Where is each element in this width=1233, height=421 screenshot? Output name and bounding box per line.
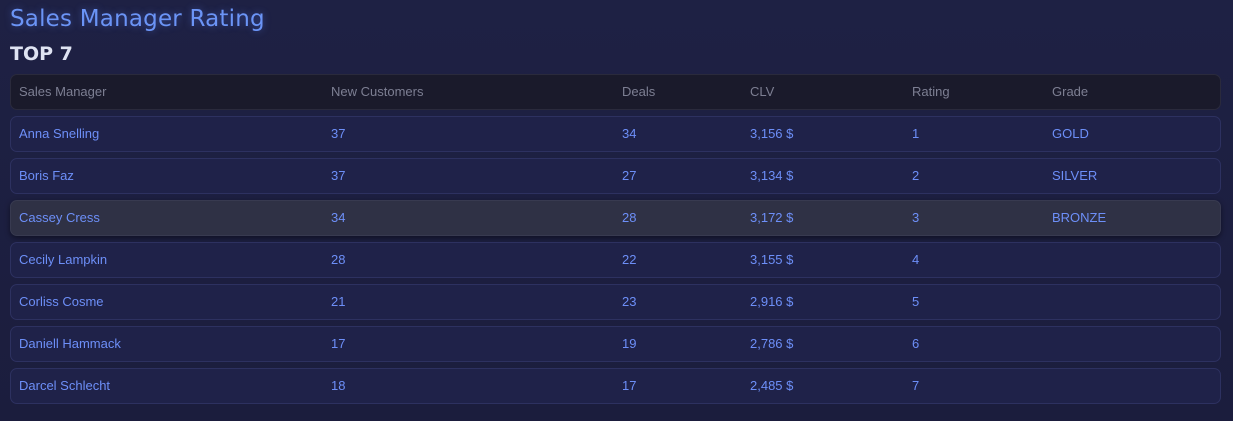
rating-cell: 5 bbox=[912, 294, 920, 309]
deals-cell: 27 bbox=[622, 168, 637, 183]
deals-cell: 19 bbox=[622, 336, 637, 351]
clv-cell: 3,134 $ bbox=[750, 168, 794, 183]
column-header-deals[interactable]: Deals bbox=[622, 75, 655, 109]
page-title: Sales Manager Rating bbox=[10, 6, 265, 32]
deals-cell: 28 bbox=[622, 210, 637, 225]
table-row[interactable]: Cecily Lampkin 28 22 3,155 $ 4 bbox=[10, 242, 1221, 278]
clv-cell: 3,172 $ bbox=[750, 210, 794, 225]
grade-cell: SILVER bbox=[1052, 168, 1098, 183]
new-customers-cell: 28 bbox=[331, 252, 346, 267]
deals-cell: 23 bbox=[622, 294, 637, 309]
column-header-rating[interactable]: Rating bbox=[912, 75, 950, 109]
column-header-new-customers[interactable]: New Customers bbox=[331, 75, 423, 109]
rating-cell: 4 bbox=[912, 252, 920, 267]
new-customers-cell: 17 bbox=[331, 336, 346, 351]
table-header-row: Sales Manager New Customers Deals CLV Ra… bbox=[10, 74, 1221, 110]
new-customers-cell: 18 bbox=[331, 378, 346, 393]
table-row[interactable]: Boris Faz 37 27 3,134 $ 2 SILVER bbox=[10, 158, 1221, 194]
clv-cell: 3,155 $ bbox=[750, 252, 794, 267]
new-customers-cell: 21 bbox=[331, 294, 346, 309]
table-row[interactable]: Daniell Hammack 17 19 2,786 $ 6 bbox=[10, 326, 1221, 362]
grade-cell: BRONZE bbox=[1052, 210, 1107, 225]
rating-cell: 2 bbox=[912, 168, 920, 183]
table-row[interactable]: Anna Snelling 37 34 3,156 $ 1 GOLD bbox=[10, 116, 1221, 152]
manager-name-cell: Daniell Hammack bbox=[19, 336, 121, 351]
manager-name-cell: Boris Faz bbox=[19, 168, 74, 183]
column-header-sales-manager[interactable]: Sales Manager bbox=[19, 75, 106, 109]
manager-name-cell: Corliss Cosme bbox=[19, 294, 104, 309]
manager-name-cell: Cecily Lampkin bbox=[19, 252, 108, 267]
deals-cell: 22 bbox=[622, 252, 637, 267]
rating-cell: 6 bbox=[912, 336, 920, 351]
page-subtitle: TOP 7 bbox=[10, 43, 73, 65]
deals-cell: 17 bbox=[622, 378, 637, 393]
new-customers-cell: 37 bbox=[331, 168, 346, 183]
clv-cell: 2,916 $ bbox=[750, 294, 794, 309]
column-header-grade[interactable]: Grade bbox=[1052, 75, 1088, 109]
rating-cell: 1 bbox=[912, 126, 920, 141]
new-customers-cell: 34 bbox=[331, 210, 346, 225]
table-row-hovered[interactable]: Cassey Cress 34 28 3,172 $ 3 BRONZE bbox=[10, 200, 1221, 236]
column-header-clv[interactable]: CLV bbox=[750, 75, 774, 109]
clv-cell: 2,485 $ bbox=[750, 378, 794, 393]
manager-name-cell: Cassey Cress bbox=[19, 210, 100, 225]
table-row[interactable]: Darcel Schlecht 18 17 2,485 $ 7 bbox=[10, 368, 1221, 404]
table-row[interactable]: Corliss Cosme 21 23 2,916 $ 5 bbox=[10, 284, 1221, 320]
grade-cell: GOLD bbox=[1052, 126, 1089, 141]
deals-cell: 34 bbox=[622, 126, 637, 141]
sales-manager-table: Sales Manager New Customers Deals CLV Ra… bbox=[10, 74, 1221, 410]
clv-cell: 3,156 $ bbox=[750, 126, 794, 141]
rating-cell: 3 bbox=[912, 210, 920, 225]
rating-cell: 7 bbox=[912, 378, 920, 393]
manager-name-cell: Anna Snelling bbox=[19, 126, 100, 141]
clv-cell: 2,786 $ bbox=[750, 336, 794, 351]
new-customers-cell: 37 bbox=[331, 126, 346, 141]
manager-name-cell: Darcel Schlecht bbox=[19, 378, 111, 393]
